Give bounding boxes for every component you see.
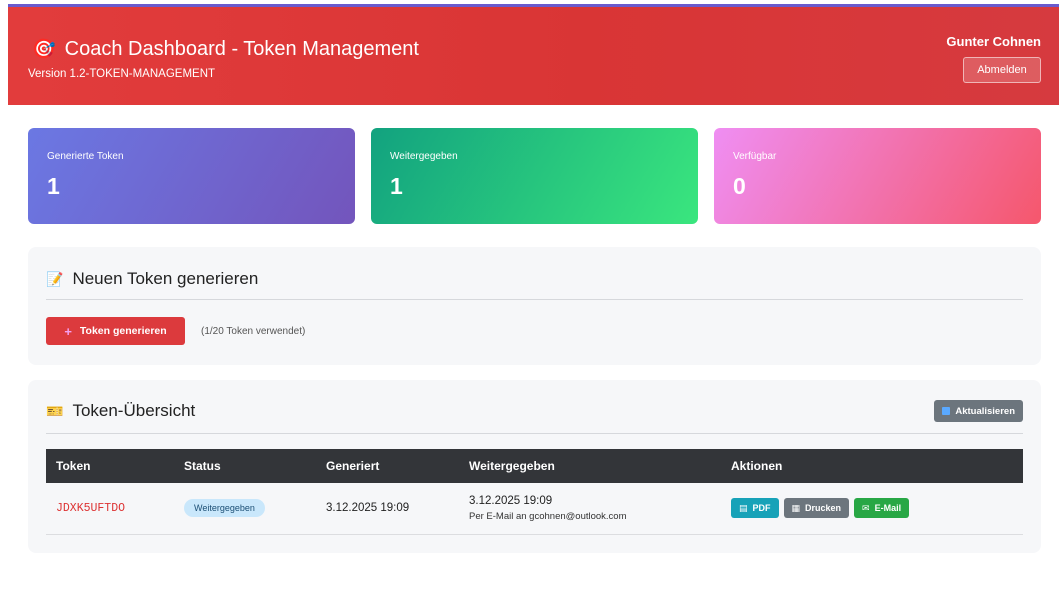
section-divider: [46, 433, 1023, 434]
row-actions: ▤ PDF ▦ Drucken ✉ E-Mail: [731, 498, 1023, 519]
status-badge: Weitergegeben: [184, 499, 265, 518]
shared-date: 3.12.2025 19:09: [469, 494, 553, 507]
stat-card-available: Verfügbar 0: [714, 128, 1041, 224]
dart-target-icon: 🎯: [32, 39, 56, 60]
app-header: 🎯 Coach Dashboard - Token Management Ver…: [8, 7, 1059, 105]
status-cell: Weitergegeben: [174, 483, 316, 535]
memo-pencil-icon: 📝: [46, 270, 64, 287]
generate-section-title-text: Neuen Token generieren: [72, 269, 259, 288]
token-table: Token Status Generiert Weitergegeben Akt…: [46, 449, 1023, 535]
plus-icon: +: [64, 323, 72, 339]
pdf-button-label: PDF: [752, 503, 771, 514]
overview-section-title: 🎫 Token-Übersicht: [46, 401, 195, 421]
token-code: JDXK5UFTDO: [56, 501, 126, 515]
column-header-actions: Aktionen: [731, 459, 783, 473]
overview-section-title-text: Token-Übersicht: [72, 401, 196, 420]
printer-icon: ▦: [791, 502, 801, 513]
stat-value: 0: [733, 173, 746, 199]
document-icon: ▤: [739, 502, 748, 513]
table-header-row: Token Status Generiert Weitergegeben Akt…: [46, 449, 1023, 483]
stat-label: Generierte Token: [47, 151, 124, 162]
shared-cell: 3.12.2025 19:09 Per E-Mail an gcohnen@ou…: [459, 483, 721, 535]
logout-button[interactable]: Abmelden: [963, 57, 1041, 83]
pdf-button[interactable]: ▤ PDF: [731, 498, 779, 519]
stat-card-generated: Generierte Token 1: [28, 128, 355, 224]
column-header-generated: Generiert: [326, 459, 380, 473]
refresh-icon: [942, 407, 951, 415]
generate-token-button[interactable]: + Token generieren: [46, 317, 185, 345]
generate-token-button-label: Token generieren: [79, 325, 167, 337]
email-button[interactable]: ✉ E-Mail: [854, 498, 910, 519]
stat-value: 1: [390, 173, 403, 199]
actions-cell: ▤ PDF ▦ Drucken ✉ E-Mail: [721, 483, 1023, 535]
user-name: Gunter Cohnen: [946, 34, 1041, 49]
print-button-label: Drucken: [805, 503, 842, 514]
stat-card-shared: Weitergegeben 1: [371, 128, 698, 224]
section-divider: [46, 299, 1023, 300]
stat-label: Verfügbar: [733, 151, 777, 162]
generate-section-title: 📝 Neuen Token generieren: [46, 269, 258, 289]
column-header-shared: Weitergegeben: [469, 459, 555, 473]
email-button-label: E-Mail: [874, 503, 902, 514]
token-usage-text: (1/20 Token verwendet): [201, 326, 306, 337]
refresh-button[interactable]: Aktualisieren: [934, 400, 1023, 422]
generate-token-panel: 📝 Neuen Token generieren + Token generie…: [28, 247, 1041, 365]
shared-via: Per E-Mail an gcohnen@outlook.com: [469, 510, 627, 522]
page-title: 🎯 Coach Dashboard - Token Management: [32, 37, 419, 61]
column-header-token: Token: [56, 459, 91, 473]
refresh-button-label: Aktualisieren: [955, 405, 1015, 417]
version-label: Version 1.2-TOKEN-MANAGEMENT: [28, 68, 216, 80]
stat-label: Weitergegeben: [390, 151, 458, 162]
page-title-text: Coach Dashboard - Token Management: [64, 37, 419, 60]
ticket-icon: 🎫: [46, 402, 64, 419]
token-cell: JDXK5UFTDO: [46, 483, 174, 535]
stat-value: 1: [47, 173, 60, 199]
table-row: JDXK5UFTDO Weitergegeben 3.12.2025 19:09…: [46, 483, 1023, 535]
generated-cell: 3.12.2025 19:09: [316, 483, 459, 535]
print-button[interactable]: ▦ Drucken: [783, 498, 850, 519]
column-header-status: Status: [184, 459, 221, 473]
token-overview-panel: 🎫 Token-Übersicht Aktualisieren Token St…: [28, 380, 1041, 553]
envelope-icon: ✉: [862, 502, 870, 513]
